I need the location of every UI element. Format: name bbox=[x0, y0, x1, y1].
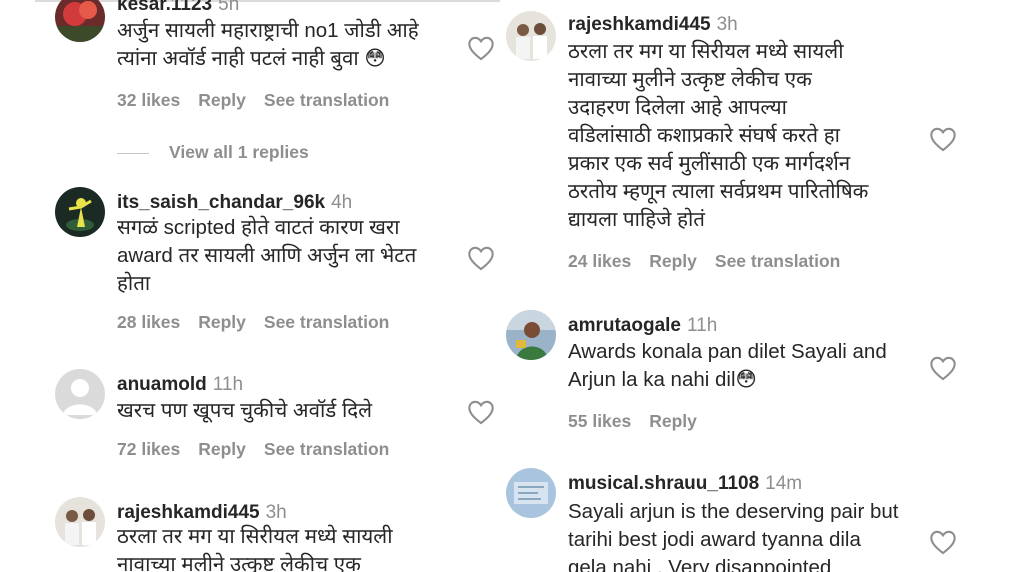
divider bbox=[35, 0, 500, 2]
heart-outline-icon[interactable] bbox=[467, 245, 495, 271]
likes-count[interactable]: 55 likes bbox=[568, 411, 631, 431]
comment-timestamp: 5h bbox=[218, 0, 240, 15]
comments-column-left: kesar.1123 5h अर्जुन सायली महाराष्ट्राची … bbox=[0, 0, 502, 572]
comment-username[interactable]: musical.shrauu_1108 14m bbox=[568, 473, 802, 495]
heart-outline-icon[interactable] bbox=[467, 399, 495, 425]
comment-timestamp: 11h bbox=[686, 315, 718, 336]
comment-timestamp: 3h bbox=[716, 14, 738, 35]
view-replies-button[interactable]: View all 1 replies bbox=[117, 142, 309, 163]
comment-actions: 32 likes Reply See translation bbox=[117, 90, 407, 111]
comment-timestamp: 3h bbox=[265, 502, 287, 523]
avatar[interactable] bbox=[506, 310, 556, 360]
comment-text: ठरला तर मग या सिरीयल मध्ये सायली नावाच्य… bbox=[117, 525, 393, 572]
comment-username[interactable]: rajeshkamdi445 3h bbox=[117, 502, 287, 524]
comment-text: Sayali arjun is the deserving pair but t… bbox=[568, 500, 899, 572]
comment-timestamp: 14m bbox=[765, 473, 803, 494]
divider bbox=[117, 152, 149, 154]
comment-username[interactable]: rajeshkamdi445 3h bbox=[568, 14, 738, 36]
comment-text: सगळं scripted होते वाटतं कारण खरा award … bbox=[117, 216, 417, 295]
reply-button[interactable]: Reply bbox=[198, 90, 246, 110]
reply-button[interactable]: Reply bbox=[649, 411, 697, 431]
avatar[interactable] bbox=[55, 187, 105, 237]
comment-text: Awards konala pan dilet Sayali and Arjun… bbox=[568, 340, 887, 391]
comment-actions: 24 likes Reply See translation bbox=[568, 251, 858, 272]
comment-actions: 72 likes Reply See translation bbox=[117, 439, 407, 460]
see-translation-link[interactable]: See translation bbox=[264, 439, 389, 459]
comment-username[interactable]: its_saish_chandar_96k 4h bbox=[117, 192, 352, 214]
comments-column-right: rajeshkamdi445 3h ठरला तर मग या सिरीयल मध… bbox=[502, 0, 1024, 572]
likes-count[interactable]: 32 likes bbox=[117, 90, 180, 110]
comment-text: ठरला तर मग या सिरीयल मध्ये सायली नावाच्य… bbox=[568, 40, 869, 231]
comment-username[interactable]: amrutaogale 11h bbox=[568, 315, 717, 337]
heart-outline-icon[interactable] bbox=[929, 355, 957, 381]
reply-button[interactable]: Reply bbox=[198, 312, 246, 332]
avatar[interactable] bbox=[55, 497, 105, 547]
likes-count[interactable]: 72 likes bbox=[117, 439, 180, 459]
see-translation-link[interactable]: See translation bbox=[264, 90, 389, 110]
avatar[interactable] bbox=[506, 11, 556, 61]
comment-text: खरच पण खूपच चुकीचे अवॉर्ड दिले bbox=[117, 399, 373, 422]
reply-button[interactable]: Reply bbox=[198, 439, 246, 459]
comment-username[interactable]: anuamold 11h bbox=[117, 374, 243, 396]
heart-outline-icon[interactable] bbox=[929, 529, 957, 555]
comment-timestamp: 11h bbox=[212, 374, 244, 395]
avatar[interactable] bbox=[55, 0, 105, 42]
comment-timestamp: 4h bbox=[331, 192, 353, 213]
avatar[interactable] bbox=[506, 468, 556, 518]
see-translation-link[interactable]: See translation bbox=[264, 312, 389, 332]
see-translation-link[interactable]: See translation bbox=[715, 251, 840, 271]
heart-outline-icon[interactable] bbox=[929, 126, 957, 152]
comment-actions: 55 likes Reply bbox=[568, 411, 715, 432]
likes-count[interactable]: 24 likes bbox=[568, 251, 631, 271]
avatar[interactable] bbox=[55, 369, 105, 419]
comment-text: अर्जुन सायली महाराष्ट्राची no1 जोडी आहे … bbox=[117, 19, 419, 70]
likes-count[interactable]: 28 likes bbox=[117, 312, 180, 332]
heart-outline-icon[interactable] bbox=[467, 35, 495, 61]
comment-username[interactable]: kesar.1123 5h bbox=[117, 0, 239, 16]
reply-button[interactable]: Reply bbox=[649, 251, 697, 271]
comment-actions: 28 likes Reply See translation bbox=[117, 312, 407, 333]
